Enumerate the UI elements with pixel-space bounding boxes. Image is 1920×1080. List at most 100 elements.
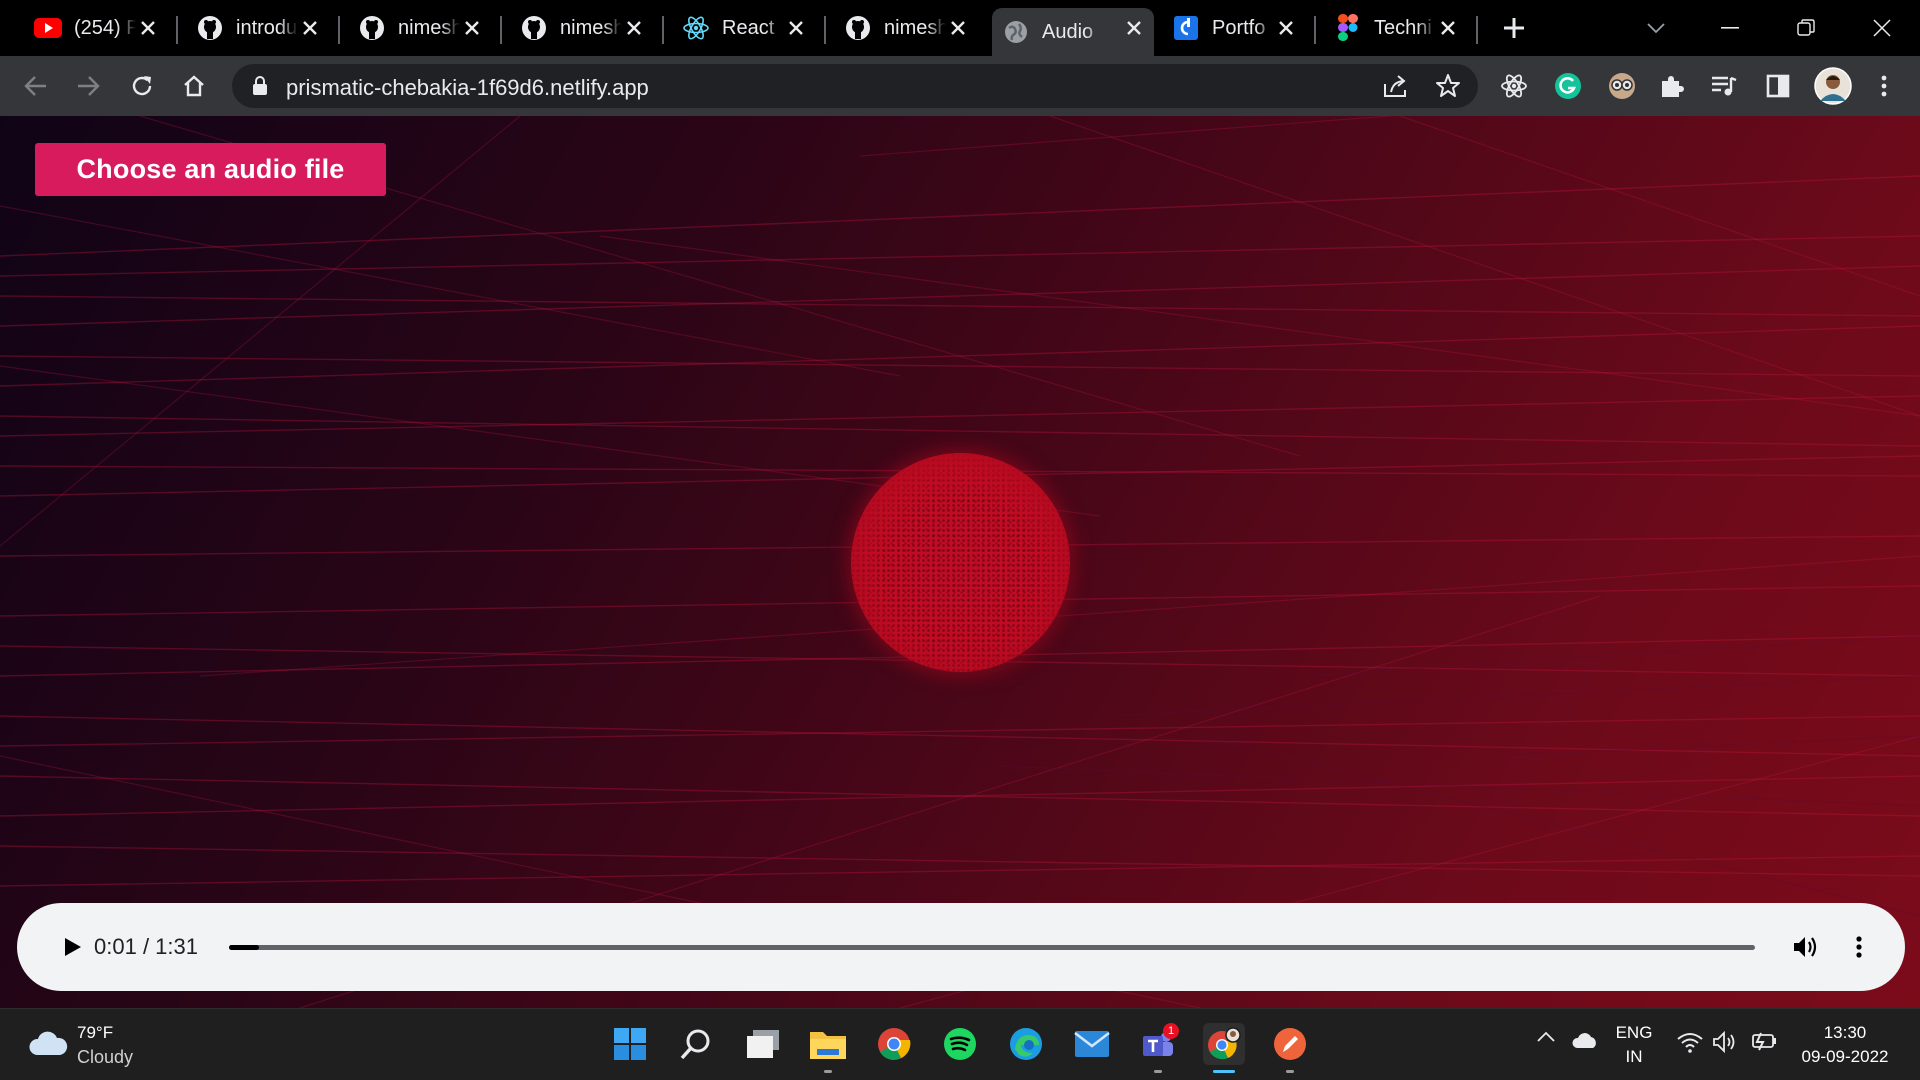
globe-icon	[1002, 18, 1030, 46]
restore-icon	[1797, 19, 1815, 36]
extension-glasses-icon[interactable]	[1606, 70, 1638, 102]
teams-button[interactable]: 1	[1137, 1023, 1179, 1073]
close-icon[interactable]	[1274, 16, 1298, 40]
tab-github-nimesh-3[interactable]: nimesh	[834, 8, 978, 48]
cloud-icon[interactable]	[28, 1031, 68, 1062]
task-view-button[interactable]	[742, 1023, 784, 1065]
tab-title: nimesh	[884, 16, 946, 39]
avatar[interactable]	[1814, 67, 1852, 105]
forward-button[interactable]	[68, 66, 108, 106]
search-button[interactable]	[675, 1023, 717, 1065]
mail-icon	[1074, 1031, 1110, 1057]
tab-title: introdu	[236, 16, 298, 39]
github-icon	[196, 14, 224, 42]
tab-separator	[1476, 16, 1478, 44]
new-tab-button[interactable]	[1498, 12, 1530, 44]
edge-button[interactable]	[1005, 1023, 1047, 1065]
reload-icon	[132, 76, 152, 96]
speaker-icon[interactable]	[1712, 1031, 1740, 1053]
figma-icon	[1334, 14, 1362, 42]
tab-figma[interactable]: Techni	[1324, 8, 1468, 48]
star-icon[interactable]	[1434, 72, 1462, 100]
file-explorer-button[interactable]	[807, 1023, 849, 1073]
tab-github-introdu[interactable]: introdu	[186, 8, 330, 48]
chrome-profile-button[interactable]	[1203, 1023, 1245, 1073]
start-button[interactable]	[609, 1023, 651, 1065]
close-window-button[interactable]	[1862, 8, 1902, 48]
tab-separator	[500, 16, 502, 44]
more-menu-icon[interactable]	[1868, 70, 1900, 102]
battery-icon[interactable]	[1748, 1031, 1778, 1051]
extensions-puzzle-icon[interactable]	[1656, 70, 1688, 102]
notification-badge: 1	[1163, 1023, 1179, 1039]
tab-search-button[interactable]	[1636, 8, 1676, 48]
task-view-icon	[747, 1030, 779, 1058]
close-icon[interactable]	[622, 16, 646, 40]
show-hidden-icons-button[interactable]	[1536, 1031, 1556, 1043]
side-panel-icon[interactable]	[1762, 70, 1794, 102]
tab-portfolio[interactable]: Portfo	[1162, 8, 1306, 48]
edge-icon	[1010, 1028, 1042, 1060]
tab-title: React	[722, 16, 775, 39]
input-region[interactable]: IN	[1612, 1047, 1656, 1067]
tab-react[interactable]: React	[672, 8, 816, 48]
choose-audio-file-button[interactable]: Choose an audio file	[35, 143, 386, 196]
close-icon[interactable]	[1122, 16, 1146, 40]
progress-fill	[229, 945, 259, 950]
back-button[interactable]	[16, 66, 56, 106]
clock-time[interactable]: 13:30	[1790, 1023, 1900, 1043]
tab-github-nimesh-2[interactable]: nimesh	[510, 8, 654, 48]
close-icon[interactable]	[136, 16, 160, 40]
current-time: 0:01	[94, 934, 137, 959]
close-icon[interactable]	[460, 16, 484, 40]
portfolio-icon	[1172, 14, 1200, 42]
media-queue-icon[interactable]	[1708, 70, 1740, 102]
arrow-left-icon	[24, 76, 46, 96]
file-explorer-icon	[810, 1032, 846, 1059]
weather-temperature[interactable]: 79°F	[77, 1023, 113, 1043]
home-button[interactable]	[174, 66, 214, 106]
weather-condition[interactable]: Cloudy	[77, 1047, 133, 1068]
volume-button[interactable]	[1789, 929, 1825, 965]
chrome-button[interactable]	[873, 1023, 915, 1065]
running-indicator	[824, 1070, 832, 1073]
close-icon[interactable]	[298, 16, 322, 40]
minimize-button[interactable]	[1710, 8, 1750, 48]
spotify-icon	[944, 1028, 976, 1060]
close-icon[interactable]	[1436, 16, 1460, 40]
mail-button[interactable]	[1071, 1023, 1113, 1065]
share-icon[interactable]	[1382, 72, 1410, 100]
url-text: prismatic-chebakia-1f69d6.netlify.app	[286, 75, 649, 100]
input-language[interactable]: ENG	[1612, 1023, 1656, 1043]
play-button[interactable]	[55, 929, 91, 965]
address-bar[interactable]: prismatic-chebakia-1f69d6.netlify.app	[232, 64, 1478, 108]
player-more-options-button[interactable]	[1841, 929, 1877, 965]
pen-app-button[interactable]	[1269, 1023, 1311, 1073]
duration: 1:31	[155, 934, 198, 959]
close-icon[interactable]	[784, 16, 808, 40]
tab-separator	[1314, 16, 1316, 44]
tab-audio-active[interactable]: Audio	[992, 8, 1154, 56]
tab-separator	[176, 16, 178, 44]
pen-app-icon	[1274, 1028, 1306, 1060]
progress-slider[interactable]	[229, 945, 1755, 950]
restore-button[interactable]	[1786, 8, 1826, 48]
github-icon	[358, 14, 386, 42]
reload-button[interactable]	[122, 66, 162, 106]
browser-toolbar: prismatic-chebakia-1f69d6.netlify.app	[0, 56, 1920, 116]
react-devtools-icon[interactable]	[1498, 70, 1530, 102]
github-icon	[844, 14, 872, 42]
spotify-button[interactable]	[939, 1023, 981, 1065]
play-icon	[65, 938, 81, 956]
wifi-icon[interactable]	[1676, 1031, 1704, 1053]
plus-icon	[1504, 18, 1524, 38]
onedrive-icon[interactable]	[1570, 1031, 1600, 1049]
close-icon[interactable]	[946, 16, 970, 40]
clock-date[interactable]: 09-09-2022	[1790, 1047, 1900, 1067]
tab-github-nimesh-1[interactable]: nimesh	[348, 8, 492, 48]
tab-title: Audio	[1042, 20, 1094, 43]
grammarly-icon[interactable]	[1552, 70, 1584, 102]
audio-visualizer-sphere	[851, 453, 1070, 672]
windows-taskbar: 79°F Cloudy 1 ENG IN 13:30 09-09-2022	[0, 1008, 1920, 1080]
tab-youtube[interactable]: (254) F	[24, 8, 168, 48]
